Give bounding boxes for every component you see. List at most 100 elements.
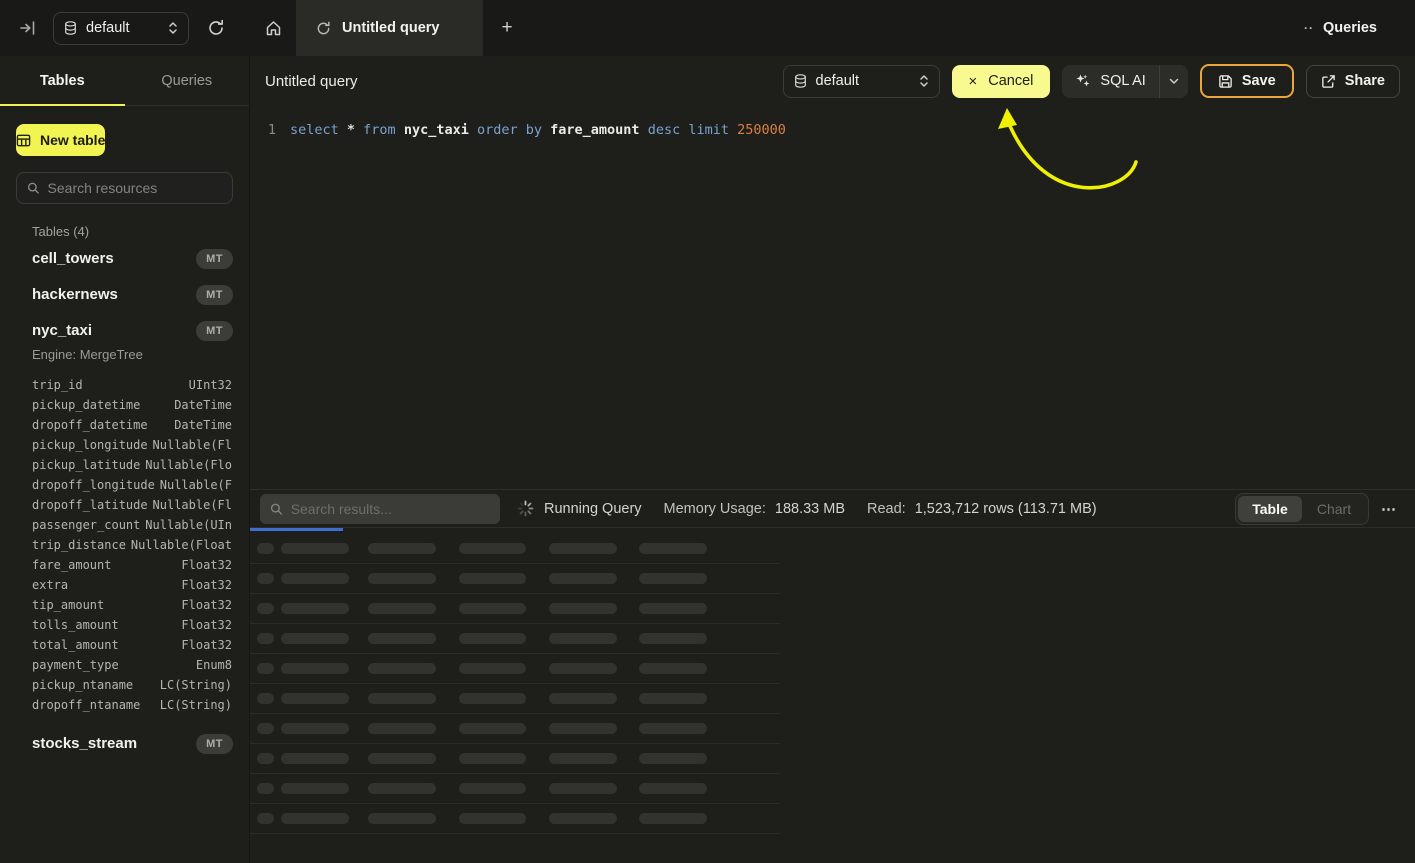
table-row-stocks-stream[interactable]: stocks_stream MT: [0, 727, 249, 760]
skeleton-cell: [549, 723, 617, 734]
queries-link-label: Queries: [1323, 20, 1377, 36]
skeleton-cell: [639, 783, 707, 794]
column-name: tolls_amount: [32, 615, 119, 635]
column-row: payment_typeEnum8: [32, 655, 232, 675]
skeleton-cell: [368, 753, 436, 764]
home-tab-button[interactable]: [250, 0, 296, 56]
tables-section-label: Tables (4): [32, 224, 233, 239]
memory-usage-value: 188.33 MB: [775, 501, 845, 517]
refresh-button[interactable]: [200, 12, 232, 44]
column-name: payment_type: [32, 655, 119, 675]
home-icon: [265, 20, 282, 37]
new-tab-button[interactable]: +: [483, 0, 531, 56]
column-row: total_amountFloat32: [32, 635, 232, 655]
more-options-button[interactable]: ⋯: [1381, 500, 1397, 518]
skeleton-cell: [368, 783, 436, 794]
query-status: Running Query: [544, 501, 642, 517]
skeleton-cell: [639, 693, 707, 704]
table-row-hackernews[interactable]: hackernews MT: [0, 278, 249, 311]
skeleton-cell: [549, 693, 617, 704]
skeleton-row: [250, 654, 780, 684]
column-type: Nullable(Fl: [153, 435, 232, 455]
skeleton-cell: [459, 723, 526, 734]
skeleton-cell: [459, 753, 526, 764]
skeleton-cell: [639, 723, 707, 734]
sql-token: fare_amount: [542, 122, 640, 138]
column-type: Nullable(UIn: [145, 515, 232, 535]
skeleton-cell: [368, 663, 436, 674]
column-row: dropoff_ntanameLC(String): [32, 695, 232, 715]
database-selector-value: default: [816, 73, 860, 89]
share-label: Share: [1345, 73, 1385, 89]
collapse-sidebar-icon: [19, 20, 37, 36]
chevron-updown-icon: [168, 21, 178, 35]
skeleton-cell: [639, 753, 707, 764]
column-type: Float32: [181, 555, 232, 575]
save-button[interactable]: Save: [1200, 64, 1294, 98]
column-name: dropoff_datetime: [32, 415, 148, 435]
skeleton-cell: [459, 813, 526, 824]
query-title: Untitled query: [265, 73, 358, 90]
sql-token: *: [339, 122, 355, 138]
skeleton-cell: [639, 813, 707, 824]
save-label: Save: [1242, 73, 1276, 89]
tab-label: Untitled query: [342, 20, 439, 36]
skeleton-row: [250, 774, 780, 804]
column-name: dropoff_longitude: [32, 475, 155, 495]
sql-ai-button-group: SQL AI: [1062, 65, 1187, 98]
column-name: trip_id: [32, 375, 83, 395]
results-search-input[interactable]: [291, 501, 490, 517]
skeleton-row: [250, 684, 780, 714]
sidebar-tab-tables[interactable]: Tables: [0, 56, 125, 105]
new-table-button[interactable]: New table: [16, 124, 105, 156]
skeleton-cell: [639, 543, 707, 554]
skeleton-cell: [549, 633, 617, 644]
table-row-cell-towers[interactable]: cell_towers MT: [0, 242, 249, 275]
sidebar-tab-queries[interactable]: Queries: [125, 56, 250, 105]
skeleton-cell: [281, 783, 349, 794]
table-row-nyc-taxi[interactable]: nyc_taxi MT: [0, 314, 249, 347]
column-row: pickup_datetimeDateTime: [32, 395, 232, 415]
sql-token: nyc_taxi: [396, 122, 469, 138]
sql-ai-button[interactable]: SQL AI: [1062, 65, 1158, 98]
refresh-icon: [207, 19, 225, 37]
column-name: tip_amount: [32, 595, 104, 615]
view-toggle-table[interactable]: Table: [1238, 496, 1302, 522]
engine-badge: MT: [196, 249, 233, 269]
sparkles-icon: [1075, 73, 1091, 89]
column-row: dropoff_latitudeNullable(Fl: [32, 495, 232, 515]
column-type: Nullable(Fl: [153, 495, 232, 515]
main-area: Untitled query default × Cancel SQL AI: [250, 56, 1415, 863]
skeleton-cell: [257, 723, 274, 734]
results-search: [260, 494, 500, 524]
engine-badge: MT: [196, 734, 233, 754]
query-database-selector[interactable]: default: [783, 65, 940, 98]
skeleton-cell: [549, 603, 617, 614]
cancel-button[interactable]: × Cancel: [952, 65, 1051, 98]
sql-ai-dropdown-button[interactable]: [1160, 65, 1188, 98]
skeleton-cell: [639, 603, 707, 614]
active-tab-underline: [0, 104, 125, 106]
resource-search-input[interactable]: [48, 180, 222, 196]
resource-search: [16, 172, 233, 204]
table-grid-icon: [16, 133, 31, 148]
skeleton-cell: [257, 663, 274, 674]
skeleton-cell: [257, 783, 274, 794]
skeleton-cell: [368, 603, 436, 614]
results-loading-skeleton: [250, 534, 1415, 834]
view-toggle-chart[interactable]: Chart: [1302, 496, 1366, 522]
skeleton-cell: [549, 813, 617, 824]
skeleton-cell: [257, 543, 274, 554]
topbar-database-selector[interactable]: default: [53, 12, 189, 45]
sql-editor[interactable]: 1 select * from nyc_taxi order by fare_a…: [250, 106, 1415, 489]
skeleton-cell: [639, 663, 707, 674]
sql-ai-label: SQL AI: [1100, 73, 1145, 89]
queries-link[interactable]: ·· Queries: [1304, 0, 1377, 56]
tab-untitled-query[interactable]: Untitled query: [296, 0, 483, 56]
skeleton-cell: [459, 633, 526, 644]
skeleton-cell: [257, 813, 274, 824]
column-type: Nullable(Float: [131, 535, 232, 555]
share-button[interactable]: Share: [1306, 65, 1400, 98]
collapse-sidebar-button[interactable]: [12, 12, 44, 44]
header-actions: default × Cancel SQL AI Save: [783, 64, 1401, 98]
